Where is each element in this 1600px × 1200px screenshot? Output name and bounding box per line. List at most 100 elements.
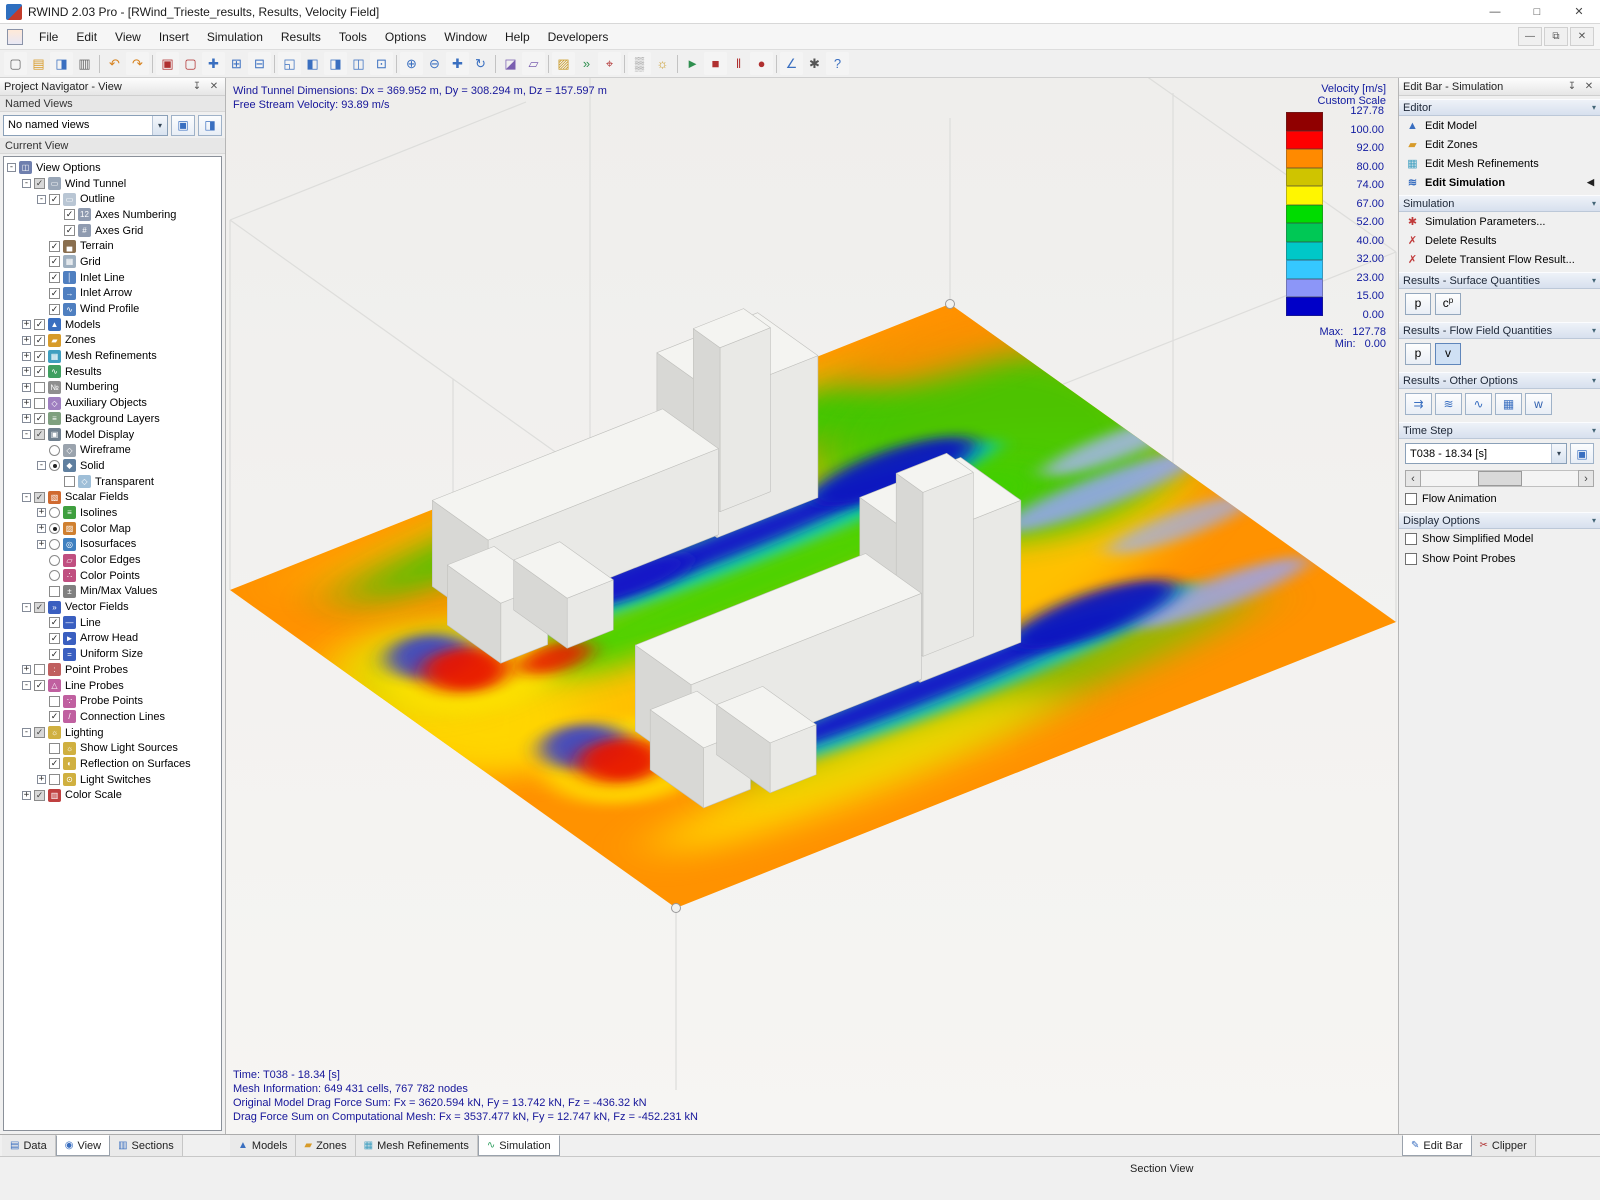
view-options-tree[interactable]: - ◫ View Options - ✓ ▭ Wind Tunnel - ✓ ▭ Outline ✓ 1… — [3, 156, 222, 1131]
tab-zones[interactable]: ▰ Zones — [296, 1135, 356, 1156]
delete-transient-flow-results-item[interactable]: ✗ Delete Transient Flow Result... — [1399, 250, 1600, 269]
rotate-view-button[interactable]: ↻ — [469, 52, 492, 75]
menu-tools[interactable]: Tools — [330, 25, 376, 49]
tree-item-line-probes[interactable]: - ✓ △ Line Probes — [5, 678, 221, 694]
expander-icon[interactable]: + — [22, 382, 31, 392]
tree-item-probe-points[interactable]: ∵ Probe Points — [5, 693, 221, 709]
vector-field-toggle-button[interactable]: » — [575, 52, 598, 75]
layers-button[interactable]: ≋ — [1435, 393, 1462, 415]
tab-data[interactable]: ▤ Data — [2, 1135, 56, 1156]
expander-icon[interactable]: + — [22, 665, 31, 675]
save-button[interactable]: ◨ — [50, 52, 73, 75]
tree-item-light-switches[interactable]: + ⊙ Light Switches — [5, 772, 221, 788]
tree-item-models[interactable]: + ✓ ▲ Models — [5, 317, 221, 333]
section-plane-button[interactable]: ▱ — [522, 52, 545, 75]
expander-icon[interactable]: + — [37, 539, 46, 549]
stop-simulation-button[interactable]: ■ — [704, 52, 727, 75]
flow-v-button[interactable]: v — [1435, 343, 1461, 365]
checkbox[interactable]: ✓ — [49, 632, 60, 644]
close-icon[interactable]: ✕ — [207, 80, 221, 94]
section-header-results-surface-quantities[interactable]: Results - Surface Quantities ▾ — [1399, 272, 1600, 289]
clipping-plane-button[interactable]: ◪ — [499, 52, 522, 75]
checkbox[interactable]: ✓ — [49, 287, 60, 299]
expander-icon[interactable]: + — [22, 335, 31, 345]
tree-item-solid[interactable]: - ◆ Solid — [5, 458, 221, 474]
view-snapshot-button[interactable]: ▣ — [171, 114, 195, 136]
menu-developers[interactable]: Developers — [539, 25, 618, 49]
checkbox[interactable] — [34, 381, 45, 393]
tree-item-axes-numbering[interactable]: ✓ 12 Axes Numbering — [5, 207, 221, 223]
checkbox[interactable]: ✓ — [34, 319, 45, 331]
expander-icon[interactable]: + — [22, 320, 31, 330]
tree-item-axes-grid[interactable]: ✓ # Axes Grid — [5, 223, 221, 239]
tree-item-auxiliary-objects[interactable]: + ◇ Auxiliary Objects — [5, 395, 221, 411]
record-animation-button[interactable]: ● — [750, 52, 773, 75]
radio-button[interactable] — [49, 538, 60, 550]
checkbox[interactable]: ✓ — [49, 648, 60, 660]
flow-animation-row[interactable]: Flow Animation — [1399, 489, 1600, 509]
section-header-editor[interactable]: Editor ▾ — [1399, 99, 1600, 116]
zoom-window-button[interactable]: ⊡ — [370, 52, 393, 75]
tree-item-lighting[interactable]: - ✓ ☼ Lighting — [5, 725, 221, 741]
pause-simulation-button[interactable]: ‖ — [727, 52, 750, 75]
expander-icon[interactable]: + — [22, 790, 31, 800]
menu-results[interactable]: Results — [272, 25, 330, 49]
undo-button[interactable]: ↶ — [103, 52, 126, 75]
checkbox[interactable]: ✓ — [34, 680, 45, 692]
tree-item-color-edges[interactable]: ▱ Color Edges — [5, 552, 221, 568]
menu-view[interactable]: View — [106, 25, 150, 49]
checkbox[interactable]: ✓ — [34, 334, 45, 346]
tree-item-min-max-values[interactable]: ± Min/Max Values — [5, 584, 221, 600]
checkbox[interactable]: ✓ — [49, 256, 60, 268]
checkbox[interactable]: ✓ — [64, 209, 75, 221]
tab-view[interactable]: ◉ View — [55, 1135, 111, 1156]
tree-item-inlet-arrow[interactable]: ✓ → Inlet Arrow — [5, 286, 221, 302]
tree-item-wind-profile[interactable]: ✓ ∿ Wind Profile — [5, 301, 221, 317]
expander-icon[interactable]: + — [37, 775, 46, 785]
tree-item-numbering[interactable]: + № Numbering — [5, 380, 221, 396]
scene-3d[interactable] — [226, 78, 1398, 1134]
viewport-3d[interactable]: Wind Tunnel Dimensions: Dx = 369.952 m, … — [226, 78, 1398, 1134]
legend-scale[interactable]: 127.78 100.00 92.00 80.00 74.00 67.00 52.00 40.… — [1282, 105, 1386, 321]
axes-button[interactable]: ✚ — [202, 52, 225, 75]
tree-item-connection-lines[interactable]: ✓ / Connection Lines — [5, 709, 221, 725]
settings-button[interactable]: ✱ — [803, 52, 826, 75]
view-front-button[interactable]: ◧ — [301, 52, 324, 75]
table-button[interactable]: ▦ — [1495, 393, 1522, 415]
tree-item-zones[interactable]: + ✓ ▰ Zones — [5, 333, 221, 349]
slider-thumb[interactable] — [1477, 471, 1522, 486]
checkbox[interactable]: ✓ — [34, 413, 45, 425]
time-step-options-button[interactable]: ▣ — [1570, 443, 1594, 464]
tree-item-uniform-size[interactable]: ✓ = Uniform Size — [5, 646, 221, 662]
minimize-button[interactable]: — — [1474, 0, 1516, 23]
tree-item-results[interactable]: + ✓ ∿ Results — [5, 364, 221, 380]
maximize-button[interactable]: □ — [1516, 0, 1558, 23]
tree-item-mesh-refinements[interactable]: + ✓ ▦ Mesh Refinements — [5, 348, 221, 364]
checkbox[interactable]: ✓ — [34, 727, 45, 739]
open-button[interactable]: ▤ — [27, 52, 50, 75]
save-view-button[interactable]: ◨ — [198, 114, 222, 136]
menu-edit[interactable]: Edit — [67, 25, 106, 49]
lighting-toggle-button[interactable]: ☼ — [651, 52, 674, 75]
radio-button[interactable] — [49, 523, 60, 535]
close-icon[interactable]: ✕ — [1582, 80, 1596, 94]
tree-item-color-points[interactable]: ∴ Color Points — [5, 568, 221, 584]
flow-p-button[interactable]: p — [1405, 343, 1431, 365]
radio-button[interactable] — [49, 444, 60, 456]
section-header-simulation[interactable]: Simulation ▾ — [1399, 195, 1600, 212]
checkbox[interactable] — [49, 695, 60, 707]
menu-simulation[interactable]: Simulation — [198, 25, 272, 49]
tab-models[interactable]: ▲ Models — [230, 1135, 297, 1156]
tree-item-line[interactable]: ✓ — Line — [5, 615, 221, 631]
expander-icon[interactable]: - — [37, 194, 46, 204]
simulation-parameters-item[interactable]: ✱ Simulation Parameters... — [1399, 212, 1600, 231]
chevron-down-icon[interactable]: ▾ — [152, 115, 167, 135]
color-map-toggle-button[interactable]: ▨ — [552, 52, 575, 75]
radio-button[interactable] — [49, 460, 60, 472]
checkbox[interactable]: ✓ — [49, 272, 60, 284]
edit-model-item[interactable]: ▲ Edit Model — [1399, 116, 1600, 135]
section-header-results-flow-field-quantities[interactable]: Results - Flow Field Quantities ▾ — [1399, 322, 1600, 339]
diagram-button[interactable]: ∿ — [1465, 393, 1492, 415]
tree-item-view-options[interactable]: - ◫ View Options — [5, 160, 221, 176]
tree-item-arrow-head[interactable]: ✓ ► Arrow Head — [5, 631, 221, 647]
